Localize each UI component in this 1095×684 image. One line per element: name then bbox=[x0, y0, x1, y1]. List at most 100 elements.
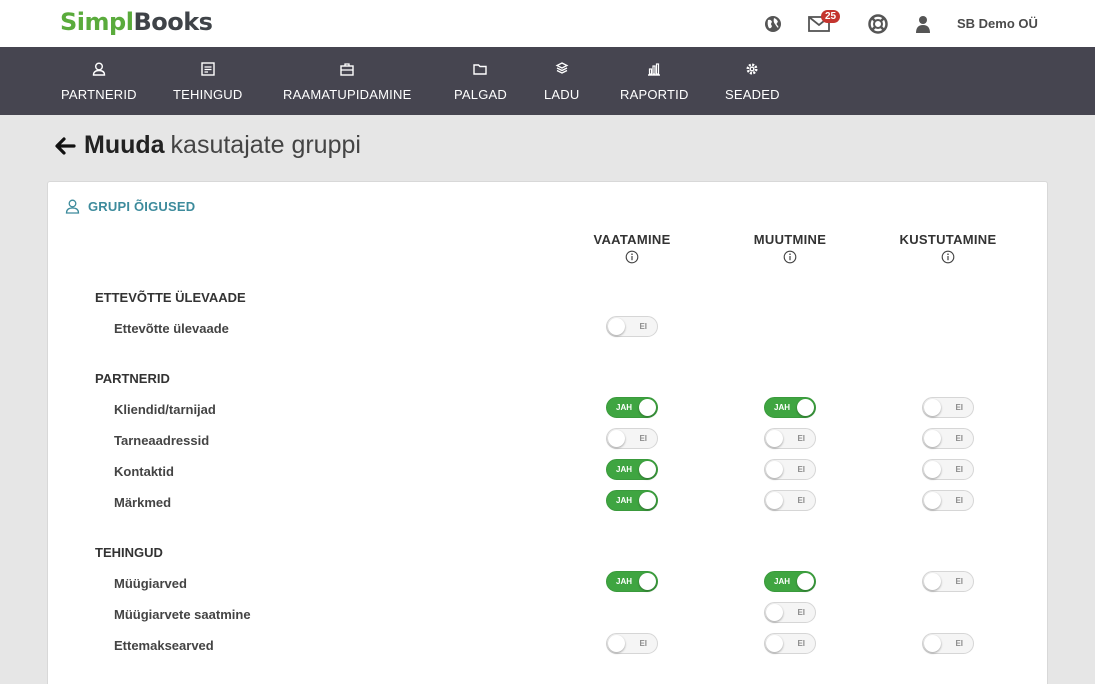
page-title-bold: Muuda bbox=[84, 131, 165, 159]
column-header-label: MUUTMINE bbox=[753, 232, 827, 247]
toggle-vaatamine[interactable]: EI bbox=[606, 633, 658, 654]
nav-item-raportid[interactable]: RAPORTID bbox=[620, 47, 689, 115]
toggle-muutmine[interactable]: EI bbox=[764, 633, 816, 654]
permission-row-label: Tarneaadressid bbox=[114, 433, 210, 448]
toggle-label: EI bbox=[797, 434, 805, 443]
boxes-icon bbox=[554, 61, 570, 77]
toggle-label: EI bbox=[797, 639, 805, 648]
column-header-label: KUSTUTAMINE bbox=[899, 232, 997, 247]
toggle-knob bbox=[639, 461, 656, 478]
toggle-knob bbox=[639, 492, 656, 509]
toggle-kustutamine[interactable]: EI bbox=[922, 571, 974, 592]
toggle-label: EI bbox=[955, 496, 963, 505]
card-header-label: GRUPI ÕIGUSED bbox=[88, 199, 196, 214]
info-icon[interactable] bbox=[783, 250, 797, 264]
toggle-muutmine[interactable]: EI bbox=[764, 459, 816, 480]
toggle-knob bbox=[924, 573, 941, 590]
nav-item-ladu[interactable]: LADU bbox=[544, 47, 579, 115]
column-header-muutmine: MUUTMINE bbox=[720, 232, 860, 264]
user-outline-icon bbox=[65, 199, 80, 214]
mail-badge: 25 bbox=[821, 10, 841, 23]
toggle-kustutamine[interactable]: EI bbox=[922, 490, 974, 511]
toggle-label: JAH bbox=[616, 577, 633, 586]
toggle-knob bbox=[924, 492, 941, 509]
briefcase-icon bbox=[339, 61, 355, 77]
toggle-label: EI bbox=[639, 322, 647, 331]
toggle-label: JAH bbox=[774, 403, 791, 412]
info-icon[interactable] bbox=[941, 250, 955, 264]
toggle-vaatamine[interactable]: JAH bbox=[606, 397, 658, 418]
toggle-muutmine[interactable]: EI bbox=[764, 490, 816, 511]
toggle-vaatamine[interactable]: JAH bbox=[606, 571, 658, 592]
toggle-label: JAH bbox=[616, 496, 633, 505]
toggle-knob bbox=[766, 430, 783, 447]
toggle-knob bbox=[797, 573, 814, 590]
nav-label: PALGAD bbox=[454, 87, 507, 102]
page-title-rest: kasutajate gruppi bbox=[170, 131, 361, 159]
toggle-label: JAH bbox=[616, 465, 633, 474]
toggle-vaatamine[interactable]: EI bbox=[606, 316, 658, 337]
toggle-label: JAH bbox=[774, 577, 791, 586]
nav-item-tehingud[interactable]: TEHINGUD bbox=[173, 47, 243, 115]
toggle-kustutamine[interactable]: EI bbox=[922, 428, 974, 449]
nav-label: RAAMATUPIDAMINE bbox=[283, 87, 412, 102]
toggle-vaatamine[interactable]: JAH bbox=[606, 459, 658, 480]
support-lifebuoy-icon[interactable] bbox=[866, 12, 890, 36]
permission-row-label: Ettemaksearved bbox=[114, 638, 214, 653]
toggle-muutmine[interactable]: JAH bbox=[764, 571, 816, 592]
logo[interactable]: SimplBooks bbox=[60, 8, 213, 36]
permission-row-label: Ettevõtte ülevaade bbox=[114, 321, 229, 336]
toggle-knob bbox=[766, 635, 783, 652]
toggle-knob bbox=[924, 635, 941, 652]
folder-icon bbox=[472, 61, 488, 77]
permission-row-label: Kliendid/tarnijad bbox=[114, 402, 216, 417]
user-account-icon[interactable] bbox=[911, 12, 935, 36]
nav-item-raamatupidamine[interactable]: RAAMATUPIDAMINE bbox=[283, 47, 411, 115]
logo-part-books: Books bbox=[133, 8, 213, 36]
toggle-label: EI bbox=[955, 465, 963, 474]
toggle-label: JAH bbox=[616, 403, 633, 412]
toggle-knob bbox=[608, 318, 625, 335]
toggle-muutmine[interactable]: EI bbox=[764, 428, 816, 449]
toggle-muutmine[interactable]: EI bbox=[764, 602, 816, 623]
toggle-kustutamine[interactable]: EI bbox=[922, 459, 974, 480]
nav-item-partnerid[interactable]: PARTNERID bbox=[61, 47, 137, 115]
user-icon bbox=[91, 61, 107, 77]
company-name[interactable]: SB Demo OÜ bbox=[957, 16, 1038, 31]
section-title: ETTEVÕTTE ÜLEVAADE bbox=[95, 290, 246, 305]
toggle-label: EI bbox=[639, 434, 647, 443]
toggle-vaatamine[interactable]: JAH bbox=[606, 490, 658, 511]
globe-icon[interactable] bbox=[761, 12, 785, 36]
gear-icon bbox=[744, 61, 760, 77]
toggle-label: EI bbox=[797, 496, 805, 505]
toggle-label: EI bbox=[955, 639, 963, 648]
toggle-knob bbox=[924, 430, 941, 447]
toggle-label: EI bbox=[797, 608, 805, 617]
toggle-knob bbox=[924, 399, 941, 416]
permission-row-label: Märkmed bbox=[114, 495, 172, 510]
nav-item-seaded[interactable]: SEADED bbox=[725, 47, 780, 115]
mail-icon[interactable]: 25 bbox=[807, 10, 841, 36]
permissions-card: GRUPI ÕIGUSED VAATAMINE MUUTMINE KUSTUTAMI… bbox=[47, 181, 1048, 684]
toggle-knob bbox=[766, 604, 783, 621]
toggle-vaatamine[interactable]: EI bbox=[606, 428, 658, 449]
invoice-icon bbox=[200, 61, 216, 77]
info-icon[interactable] bbox=[625, 250, 639, 264]
nav-label: LADU bbox=[544, 87, 580, 102]
column-header-vaatamine: VAATAMINE bbox=[562, 232, 702, 264]
toggle-knob bbox=[766, 461, 783, 478]
toggle-knob bbox=[924, 461, 941, 478]
toggle-knob bbox=[608, 430, 625, 447]
back-arrow-icon[interactable] bbox=[54, 135, 76, 157]
main-nav: PARTNERID TEHINGUD RAAMATUPIDAMINE PALGA… bbox=[0, 47, 1095, 115]
top-bar: SimplBooks 25 SB Demo OÜ bbox=[0, 0, 1095, 47]
card-header: GRUPI ÕIGUSED bbox=[65, 199, 195, 214]
section-title: PARTNERID bbox=[95, 371, 170, 386]
toggle-label: EI bbox=[955, 403, 963, 412]
toggle-kustutamine[interactable]: EI bbox=[922, 633, 974, 654]
toggle-knob bbox=[766, 492, 783, 509]
page-title: Muuda kasutajate gruppi bbox=[54, 131, 361, 160]
toggle-kustutamine[interactable]: EI bbox=[922, 397, 974, 418]
toggle-muutmine[interactable]: JAH bbox=[764, 397, 816, 418]
nav-item-palgad[interactable]: PALGAD bbox=[454, 47, 507, 115]
